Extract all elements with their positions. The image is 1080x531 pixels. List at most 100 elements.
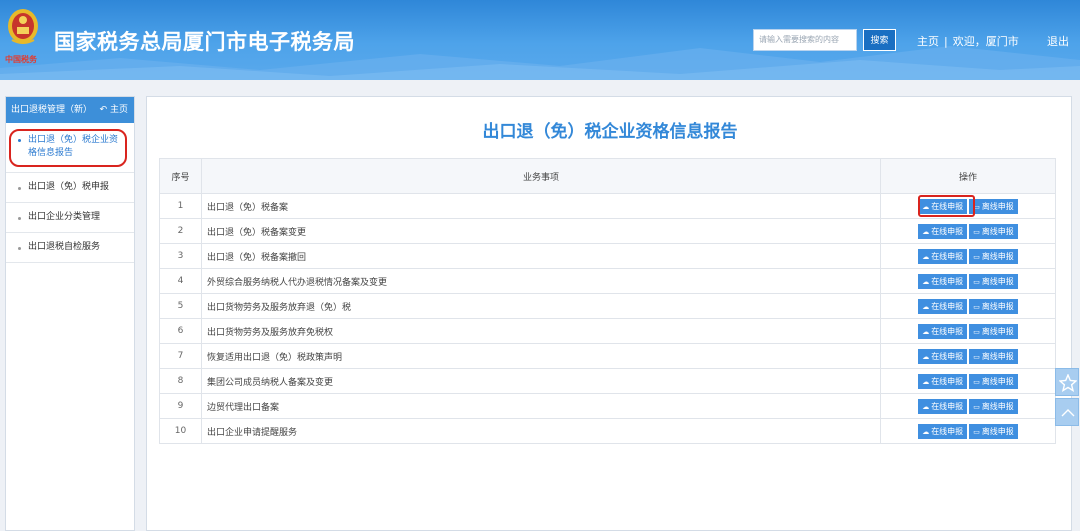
online-declare-button[interactable]: ☁ 在线申报 — [918, 373, 968, 389]
row-item-name: 出口企业申请提醒服务 — [201, 418, 881, 444]
row-actions: ☁ 在线申报 ▭ 离线申报 — [880, 218, 1056, 244]
online-declare-button[interactable]: ☁ 在线申报 — [918, 223, 968, 239]
table-row: 10 出口企业申请提醒服务 ☁ 在线申报 ▭ 离线申报 — [159, 418, 1056, 444]
row-item-name: 出口货物劳务及服务放弃免税权 — [201, 318, 881, 344]
site-title: 国家税务总局厦门市电子税务局 — [54, 30, 355, 54]
table-row: 6 出口货物劳务及服务放弃免税权 ☁ 在线申报 ▭ 离线申报 — [159, 318, 1056, 344]
row-number: 5 — [159, 293, 202, 319]
sidebar-item-label: 出口企业分类管理 — [28, 212, 101, 222]
row-number: 2 — [159, 218, 202, 244]
offline-declare-button[interactable]: ▭ 离线申报 — [969, 223, 1018, 239]
table-row: 1 出口退（免）税备案 ☁ 在线申报 ▭ 离线申报 — [159, 193, 1056, 219]
monitor-icon: ▭ — [973, 252, 980, 261]
offline-declare-button[interactable]: ▭ 离线申报 — [969, 273, 1018, 289]
offline-declare-button[interactable]: ▭ 离线申报 — [969, 298, 1018, 314]
cloud-upload-icon: ☁ — [922, 402, 930, 411]
row-item-name: 出口退（免）税备案变更 — [201, 218, 881, 244]
offline-declare-button[interactable]: ▭ 离线申报 — [969, 398, 1018, 414]
sidebar-item-classification[interactable]: 出口企业分类管理 — [6, 203, 134, 233]
row-actions: ☁ 在线申报 ▭ 离线申报 — [880, 368, 1056, 394]
cloud-upload-icon: ☁ — [922, 377, 930, 386]
table-header-row: 序号 业务事项 操作 — [159, 158, 1056, 194]
offline-declare-button[interactable]: ▭ 离线申报 — [969, 423, 1018, 439]
cloud-upload-icon: ☁ — [922, 277, 930, 286]
highlight-annotation — [9, 129, 127, 167]
back-to-top-button[interactable] — [1055, 398, 1079, 426]
row-number: 7 — [159, 343, 202, 369]
row-actions: ☁ 在线申报 ▭ 离线申报 — [880, 418, 1056, 444]
monitor-icon: ▭ — [973, 227, 980, 236]
row-number: 10 — [159, 418, 202, 444]
table-row: 8 集团公司成员纳税人备案及变更 ☁ 在线申报 ▭ 离线申报 — [159, 368, 1056, 394]
monitor-icon: ▭ — [973, 427, 980, 436]
top-header: 中国税务 国家税务总局厦门市电子税务局 请输入需要搜索的内容 搜索 主页 | 欢迎，… — [0, 0, 1080, 80]
sidebar: 出口退税管理（新） ↶ 主页 出口退（免）税企业资格信息报告 出口退（免）税申报… — [5, 96, 135, 531]
table-row: 7 恢复适用出口退（免）税政策声明 ☁ 在线申报 ▭ 离线申报 — [159, 343, 1056, 369]
search-input[interactable]: 请输入需要搜索的内容 — [753, 29, 857, 51]
cloud-upload-icon: ☁ — [922, 327, 930, 336]
row-actions: ☁ 在线申报 ▭ 离线申报 — [880, 243, 1056, 269]
favorite-button[interactable] — [1055, 368, 1079, 396]
offline-declare-button[interactable]: ▭ 离线申报 — [969, 323, 1018, 339]
online-declare-button[interactable]: ☁ 在线申报 — [918, 273, 968, 289]
table-row: 9 边贸代理出口备案 ☁ 在线申报 ▭ 离线申报 — [159, 393, 1056, 419]
business-table: 序号 业务事项 操作 1 出口退（免）税备案 ☁ 在线申报 ▭ 离线申报 2 出口退（免）税备… — [159, 158, 1056, 444]
table-row: 2 出口退（免）税备案变更 ☁ 在线申报 ▭ 离线申报 — [159, 218, 1056, 244]
logout-link[interactable]: 退出 — [1047, 33, 1069, 49]
row-actions: ☁ 在线申报 ▭ 离线申报 — [880, 268, 1056, 294]
online-declare-button[interactable]: ☁ 在线申报 — [918, 398, 968, 414]
online-declare-button[interactable]: ☁ 在线申报 — [918, 423, 968, 439]
sidebar-item-self-check[interactable]: 出口退税自检服务 — [6, 233, 134, 263]
main-panel: 出口退（免）税企业资格信息报告 序号 业务事项 操作 1 出口退（免）税备案 ☁ 在线… — [146, 96, 1072, 531]
offline-declare-button[interactable]: ▭ 离线申报 — [969, 373, 1018, 389]
table-row: 5 出口货物劳务及服务放弃退（免）税 ☁ 在线申报 ▭ 离线申报 — [159, 293, 1056, 319]
sidebar-title: 出口退税管理（新） — [11, 105, 93, 115]
monitor-icon: ▭ — [973, 302, 980, 311]
tax-emblem-icon — [8, 9, 38, 44]
header-nav: 主页 | 欢迎，厦门市 — [917, 33, 1019, 49]
sidebar-home-link[interactable]: ↶ 主页 — [100, 97, 128, 123]
row-item-name: 出口退（免）税备案 — [201, 193, 881, 219]
sidebar-item-label: 出口退税自检服务 — [28, 242, 101, 252]
monitor-icon: ▭ — [973, 327, 980, 336]
row-actions: ☁ 在线申报 ▭ 离线申报 — [880, 293, 1056, 319]
row-item-name: 出口货物劳务及服务放弃退（免）税 — [201, 293, 881, 319]
row-number: 6 — [159, 318, 202, 344]
monitor-icon: ▭ — [973, 277, 980, 286]
column-header-no: 序号 — [159, 158, 202, 194]
online-declare-button[interactable]: ☁ 在线申报 — [918, 323, 968, 339]
search-button[interactable]: 搜索 — [863, 29, 896, 51]
online-declare-button[interactable]: ☁ 在线申报 — [918, 248, 968, 264]
page-title: 出口退（免）税企业资格信息报告 — [482, 122, 738, 142]
online-declare-button[interactable]: ☁ 在线申报 — [918, 348, 968, 364]
nav-welcome-text: 欢迎，厦门市 — [952, 35, 1019, 48]
cloud-upload-icon: ☁ — [922, 252, 930, 261]
sidebar-item-qualification-report[interactable]: 出口退（免）税企业资格信息报告 — [6, 123, 134, 173]
cloud-upload-icon: ☁ — [922, 352, 930, 361]
row-item-name: 出口退（免）税备案撤回 — [201, 243, 881, 269]
column-header-ops: 操作 — [880, 158, 1056, 194]
sidebar-item-tax-declaration[interactable]: 出口退（免）税申报 — [6, 173, 134, 203]
row-number: 3 — [159, 243, 202, 269]
offline-declare-button[interactable]: ▭ 离线申报 — [969, 348, 1018, 364]
monitor-icon: ▭ — [973, 352, 980, 361]
sidebar-item-label: 出口退（免）税申报 — [28, 182, 110, 192]
row-number: 4 — [159, 268, 202, 294]
sidebar-header: 出口退税管理（新） ↶ 主页 — [6, 97, 134, 123]
bullet-icon — [18, 247, 21, 250]
bullet-icon — [18, 187, 21, 190]
nav-home-link[interactable]: 主页 — [917, 33, 939, 49]
row-number: 1 — [159, 193, 202, 219]
row-actions: ☁ 在线申报 ▭ 离线申报 — [880, 393, 1056, 419]
row-item-name: 恢复适用出口退（免）税政策声明 — [201, 343, 881, 369]
row-actions: ☁ 在线申报 ▭ 离线申报 — [880, 193, 1056, 219]
offline-declare-button[interactable]: ▭ 离线申报 — [969, 248, 1018, 264]
online-declare-button[interactable]: ☁ 在线申报 — [918, 298, 968, 314]
highlight-annotation — [918, 195, 975, 217]
cloud-upload-icon: ☁ — [922, 302, 930, 311]
row-number: 9 — [159, 393, 202, 419]
offline-declare-button[interactable]: ▭ 离线申报 — [969, 198, 1018, 214]
monitor-icon: ▭ — [973, 402, 980, 411]
emblem-subtext: 中国税务 — [5, 54, 37, 64]
table-row: 3 出口退（免）税备案撤回 ☁ 在线申报 ▭ 离线申报 — [159, 243, 1056, 269]
